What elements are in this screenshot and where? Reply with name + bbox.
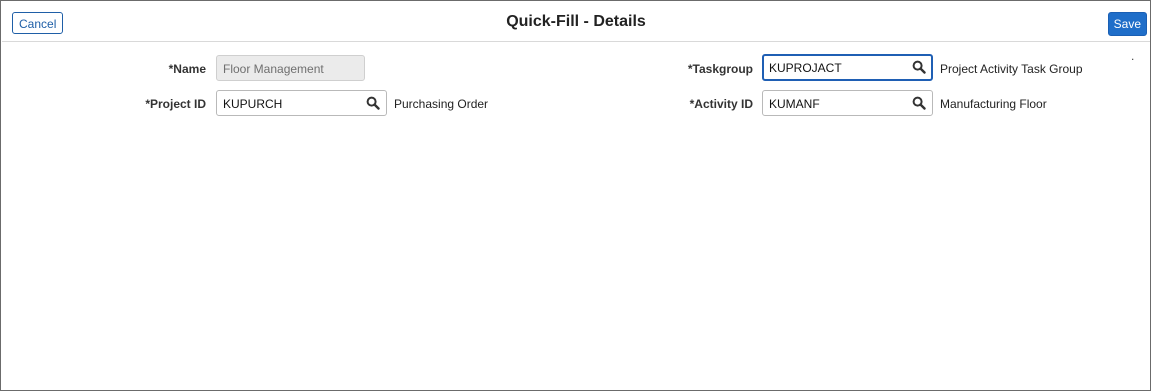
project-id-field[interactable]: KUPURCH: [216, 90, 387, 116]
taskgroup-label: *Taskgroup: [687, 62, 753, 76]
modal-header: Cancel Quick-Fill - Details Save: [2, 1, 1150, 42]
activity-id-search-icon[interactable]: [912, 96, 926, 110]
project-id-search-icon[interactable]: [366, 96, 380, 110]
taskgroup-value: KUPROJACT: [769, 61, 842, 75]
project-id-label: *Project ID: [145, 97, 206, 111]
dot-marker: .: [1131, 49, 1135, 63]
activity-id-value: KUMANF: [769, 97, 820, 111]
name-label: *Name: [168, 62, 206, 76]
activity-id-description: Manufacturing Floor: [940, 97, 1047, 111]
taskgroup-search-icon[interactable]: [912, 60, 926, 74]
modal-window: Cancel Quick-Fill - Details Save . *Name…: [0, 0, 1151, 391]
name-value: Floor Management: [223, 62, 324, 76]
page-title: Quick-Fill - Details: [506, 13, 646, 30]
activity-id-field[interactable]: KUMANF: [762, 90, 933, 116]
save-button[interactable]: Save: [1107, 12, 1147, 36]
activity-id-label: *Activity ID: [689, 97, 753, 111]
project-id-description: Purchasing Order: [394, 97, 489, 111]
project-id-value: KUPURCH: [223, 97, 283, 111]
taskgroup-description: Project Activity Task Group: [940, 62, 1083, 76]
name-field: Floor Management: [216, 55, 365, 81]
taskgroup-field[interactable]: KUPROJACT: [762, 54, 933, 81]
